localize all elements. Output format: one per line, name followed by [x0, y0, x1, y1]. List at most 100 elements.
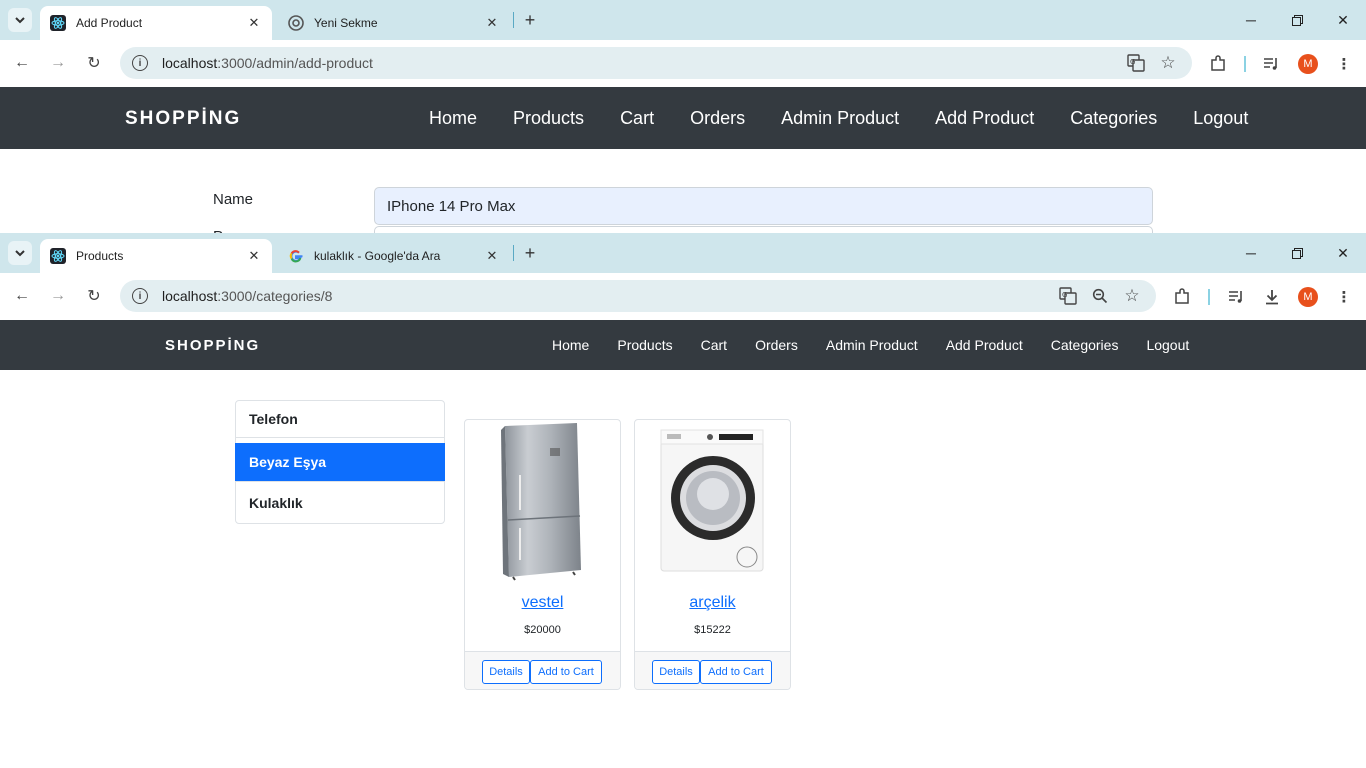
close-icon[interactable]: ✕ [484, 248, 500, 264]
translate-icon[interactable]: G [1058, 286, 1078, 306]
nav-add-product[interactable]: Add Product [946, 337, 1023, 353]
minimize-icon[interactable]: ─ [1240, 242, 1262, 264]
app-navbar: SHOPPİNG Home Products Cart Orders Admin… [0, 320, 1366, 370]
tab-products[interactable]: Products ✕ [40, 239, 272, 273]
translate-icon[interactable]: G [1126, 53, 1146, 73]
window-close-icon[interactable]: ✕ [1332, 242, 1354, 264]
category-item-telefon[interactable]: Telefon [235, 400, 445, 438]
address-bar[interactable]: i localhost:3000/admin/add-product G ☆ [120, 47, 1192, 79]
restore-icon[interactable] [1286, 9, 1308, 31]
forward-icon[interactable]: → [47, 52, 69, 74]
tab-separator [513, 245, 514, 261]
new-tab-icon[interactable]: + [520, 10, 540, 30]
product-name-link[interactable]: arçelik [635, 594, 790, 612]
nav-products[interactable]: Products [513, 108, 584, 129]
product-name-link[interactable]: vestel [465, 594, 620, 612]
tab-title: Yeni Sekme [314, 16, 378, 30]
nav-home[interactable]: Home [552, 337, 589, 353]
new-tab-icon[interactable]: + [520, 243, 540, 263]
product-card: vestel $20000 Details Add to Cart [464, 419, 621, 690]
nav-products[interactable]: Products [617, 337, 672, 353]
bookmark-star-icon[interactable]: ☆ [1122, 286, 1142, 306]
svg-text:G: G [1062, 291, 1067, 299]
tab-google-search[interactable]: kulaklık - Google'da Ara ✕ [278, 239, 510, 273]
price-input[interactable] [374, 226, 1153, 233]
tab-strip: Products ✕ kulaklık - Google'da Ara ✕ + … [0, 233, 1366, 273]
nav-admin-product[interactable]: Admin Product [781, 108, 899, 129]
nav-categories[interactable]: Categories [1070, 108, 1157, 129]
url-host: localhost [162, 55, 218, 71]
chevron-down-icon [15, 17, 25, 24]
address-toolbar: ← → ↻ i localhost:3000/admin/add-product… [0, 40, 1366, 87]
nav-links: Home Products Cart Orders Admin Product … [429, 108, 1248, 129]
nav-categories[interactable]: Categories [1051, 337, 1119, 353]
address-bar[interactable]: i localhost:3000/categories/8 G ☆ [120, 280, 1156, 312]
tab-search-button[interactable] [8, 8, 32, 32]
zoom-icon[interactable] [1090, 286, 1110, 306]
app-navbar: SHOPPİNG Home Products Cart Orders Admin… [0, 87, 1366, 149]
nav-cart[interactable]: Cart [701, 337, 727, 353]
back-icon[interactable]: ← [11, 52, 33, 74]
close-icon[interactable]: ✕ [484, 15, 500, 31]
nav-logout[interactable]: Logout [1193, 108, 1248, 129]
nav-cart[interactable]: Cart [620, 108, 654, 129]
nav-logout[interactable]: Logout [1146, 337, 1189, 353]
url-host: localhost [162, 288, 218, 304]
google-icon [288, 248, 304, 264]
washing-machine-image [635, 420, 790, 582]
category-item-kulaklik[interactable]: Kulaklık [235, 481, 445, 524]
close-icon[interactable]: ✕ [246, 15, 262, 31]
nav-orders[interactable]: Orders [690, 108, 745, 129]
extensions-icon[interactable] [1207, 53, 1229, 75]
url-path: :3000/categories/8 [217, 288, 333, 304]
forward-icon[interactable]: → [47, 285, 69, 307]
site-info-icon[interactable]: i [132, 288, 148, 304]
card-footer: Details Add to Cart [635, 651, 790, 689]
window-close-icon[interactable]: ✕ [1332, 9, 1354, 31]
name-label: Name [213, 191, 254, 208]
brand-logo[interactable]: SHOPPİNG [125, 108, 241, 130]
details-button[interactable]: Details [482, 660, 530, 684]
profile-avatar[interactable]: M [1298, 287, 1318, 307]
add-to-cart-button[interactable]: Add to Cart [530, 660, 602, 684]
product-price: $15222 [694, 624, 731, 636]
product-card: arçelik $15222 Details Add to Cart [634, 419, 791, 690]
download-icon[interactable] [1261, 286, 1283, 308]
add-to-cart-button[interactable]: Add to Cart [700, 660, 772, 684]
category-item-beyaz-esya[interactable]: Beyaz Eşya [235, 443, 445, 481]
extensions-icon[interactable] [1171, 286, 1193, 308]
tab-separator [513, 12, 514, 28]
tab-search-button[interactable] [8, 241, 32, 265]
minimize-icon[interactable]: ─ [1240, 9, 1262, 31]
name-input[interactable]: IPhone 14 Pro Max [374, 187, 1153, 225]
restore-icon[interactable] [1286, 242, 1308, 264]
brand-logo[interactable]: SHOPPİNG [165, 337, 260, 354]
media-control-icon[interactable] [1260, 53, 1282, 75]
toolbar-divider [1208, 289, 1210, 305]
svg-text:G: G [1130, 58, 1135, 66]
browser-window-add-product: Add Product ✕ Yeni Sekme ✕ + ─ ✕ ← → ↻ i… [0, 0, 1366, 233]
tab-title: Products [76, 249, 124, 263]
profile-avatar[interactable]: M [1298, 54, 1318, 74]
nav-orders[interactable]: Orders [755, 337, 798, 353]
nav-add-product[interactable]: Add Product [935, 108, 1034, 129]
nav-home[interactable]: Home [429, 108, 477, 129]
site-info-icon[interactable]: i [132, 55, 148, 71]
toolbar-divider [1244, 56, 1246, 72]
menu-kebab-icon[interactable]: ⋮ [1333, 53, 1355, 75]
bookmark-star-icon[interactable]: ☆ [1158, 53, 1178, 73]
nav-links: Home Products Cart Orders Admin Product … [552, 337, 1189, 353]
reload-icon[interactable]: ↻ [83, 285, 105, 307]
reload-icon[interactable]: ↻ [83, 52, 105, 74]
tab-add-product[interactable]: Add Product ✕ [40, 6, 272, 40]
category-list: Telefon Beyaz Eşya Kulaklık [235, 400, 445, 524]
back-icon[interactable]: ← [11, 285, 33, 307]
close-icon[interactable]: ✕ [246, 248, 262, 264]
tab-yeni-sekme[interactable]: Yeni Sekme ✕ [278, 6, 510, 40]
details-button[interactable]: Details [652, 660, 700, 684]
menu-kebab-icon[interactable]: ⋮ [1333, 286, 1355, 308]
react-icon [50, 15, 66, 31]
nav-admin-product[interactable]: Admin Product [826, 337, 918, 353]
media-control-icon[interactable] [1225, 286, 1247, 308]
tab-title: kulaklık - Google'da Ara [314, 249, 441, 263]
